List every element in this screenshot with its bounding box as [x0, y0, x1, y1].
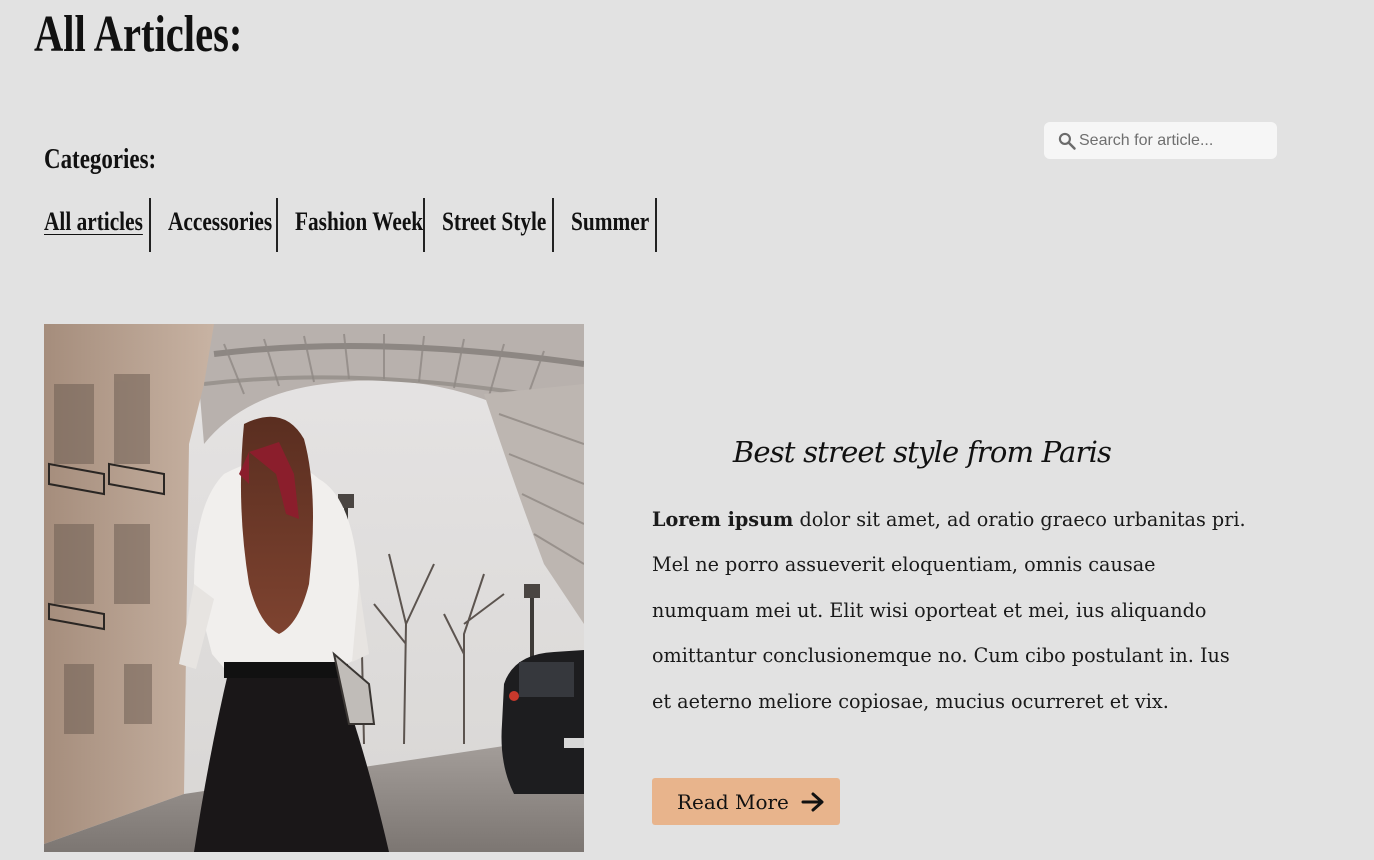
category-label: Summer [571, 207, 650, 236]
search-input[interactable] [1079, 122, 1269, 159]
category-street-style[interactable]: Street Style [425, 198, 554, 252]
page-title: All Articles: [34, 6, 243, 63]
article-body: Lorem ipsum dolor sit amet, ad oratio gr… [652, 497, 1252, 724]
article-image[interactable] [44, 324, 584, 852]
category-accessories[interactable]: Accessories [151, 198, 278, 252]
article-body-lead: Lorem ipsum [652, 508, 794, 531]
category-fashion-week[interactable]: Fashion Week [278, 198, 425, 252]
category-label: Accessories [168, 207, 273, 236]
category-summer[interactable]: Summer [554, 198, 657, 252]
search-icon [1058, 132, 1076, 150]
read-more-button[interactable]: Read More [652, 778, 840, 825]
categories-heading: Categories: [44, 144, 157, 175]
arrow-right-icon [801, 792, 824, 811]
category-label: Fashion Week [295, 207, 424, 236]
article-title: Best street style from Paris [732, 435, 1112, 469]
search-box[interactable] [1044, 122, 1277, 159]
read-more-label: Read More [677, 789, 789, 814]
category-nav: All articles Accessories Fashion Week St… [44, 198, 657, 252]
category-all-articles[interactable]: All articles [44, 198, 151, 252]
category-label: Street Style [442, 207, 547, 236]
article-body-text: dolor sit amet, ad oratio graeco urbanit… [652, 508, 1246, 713]
paris-street-photo [44, 324, 584, 852]
category-label: All articles [44, 207, 143, 236]
